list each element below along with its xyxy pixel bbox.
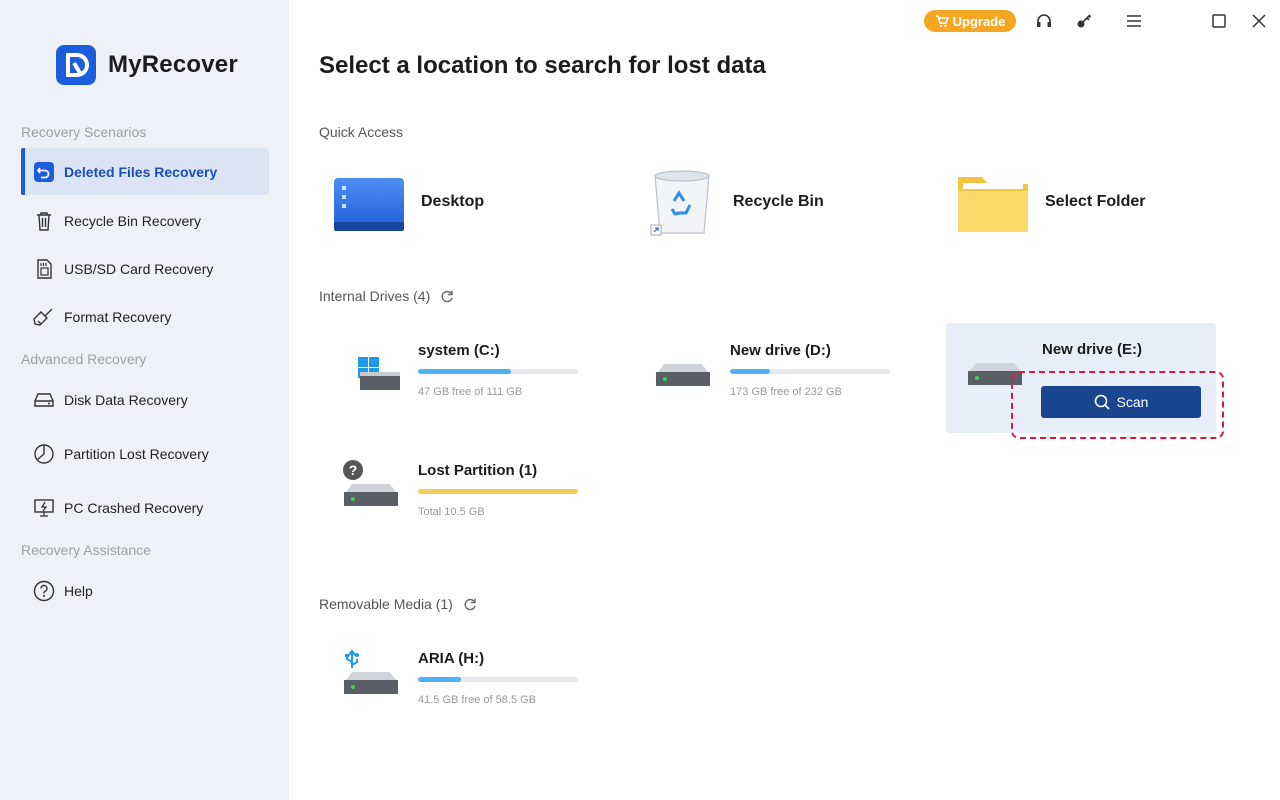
section-advanced-recovery: Advanced Recovery (21, 351, 147, 367)
menu-icon[interactable] (1124, 11, 1144, 31)
lost-partition-drive-icon: ? (343, 460, 398, 506)
windows-system-drive-icon (358, 357, 400, 390)
nav-label: Help (64, 582, 93, 599)
nav-disk-data-recovery[interactable]: Disk Data Recovery (21, 376, 269, 423)
hard-drive-icon (656, 364, 710, 386)
headset-support-icon[interactable] (1034, 11, 1054, 31)
nav-label: Format Recovery (64, 308, 172, 325)
drive-d[interactable]: New drive (D:) 173 GB free of 232 GB (634, 324, 904, 434)
disk-icon (33, 389, 55, 411)
nav-label: Deleted Files Recovery (64, 163, 218, 180)
drive-name: ARIA (H:) (418, 650, 485, 667)
partition-icon (33, 443, 55, 465)
broom-icon (33, 306, 55, 328)
drive-name: Lost Partition (1) (418, 462, 538, 479)
maximize-icon[interactable] (1209, 11, 1229, 31)
nav-label: PC Crashed Recovery (64, 499, 204, 516)
section-recovery-scenarios: Recovery Scenarios (21, 124, 147, 140)
drive-usage-bar (418, 489, 578, 494)
desktop-icon (334, 178, 404, 231)
drive-lost-partition[interactable]: ? Lost Partition (1) Total 10.5 GB (322, 444, 592, 554)
drive-info: 173 GB free of 232 GB (730, 386, 842, 398)
sidebar: MyRecover Recovery Scenarios Deleted Fil… (0, 0, 289, 800)
svg-text:?: ? (349, 462, 358, 478)
refresh-icon[interactable] (463, 597, 477, 611)
trash-icon (33, 210, 55, 232)
drive-name: New drive (D:) (730, 342, 831, 359)
quick-access-label: Recycle Bin (733, 193, 824, 210)
nav-label: Partition Lost Recovery (64, 445, 209, 462)
highlight-box (1011, 371, 1224, 439)
nav-help[interactable]: Help (21, 567, 269, 614)
nav-label: Disk Data Recovery (64, 391, 188, 408)
nav-pc-crashed-recovery[interactable]: PC Crashed Recovery (21, 484, 269, 531)
removable-media-title: Removable Media (1) (319, 596, 477, 612)
quick-access-label: Select Folder (1045, 193, 1146, 210)
cart-icon (935, 15, 949, 28)
undo-file-icon (33, 161, 55, 183)
section-recovery-assistance: Recovery Assistance (21, 542, 151, 558)
nav-usb-sd-card-recovery[interactable]: USB/SD Card Recovery (21, 245, 269, 292)
drive-name: New drive (E:) (1042, 341, 1143, 358)
page-title: Select a location to search for lost dat… (319, 52, 766, 79)
drive-usage-bar (418, 677, 578, 682)
sd-card-icon (33, 258, 55, 280)
drive-info: 47 GB free of 111 GB (418, 386, 523, 398)
usb-drive-icon (344, 649, 398, 694)
drive-info: 41.5 GB free of 58.5 GB (418, 694, 537, 706)
quick-access-select-folder[interactable]: Select Folder (957, 164, 1145, 240)
drive-usage-bar (418, 369, 578, 374)
nav-partition-lost-recovery[interactable]: Partition Lost Recovery (21, 430, 269, 477)
internal-drives-title: Internal Drives (4) (319, 288, 454, 304)
monitor-icon (33, 497, 55, 519)
key-license-icon[interactable] (1074, 11, 1094, 31)
drive-h[interactable]: ARIA (H:) 41.5 GB free of 58.5 GB (322, 632, 592, 742)
drive-usage-bar (730, 369, 890, 374)
quick-access-recycle-bin[interactable]: Recycle Bin (650, 164, 824, 240)
upgrade-label: Upgrade (952, 13, 1006, 29)
upgrade-button[interactable]: Upgrade (924, 10, 1016, 32)
drive-info: Total 10.5 GB (418, 506, 485, 518)
quick-access-label: Desktop (421, 193, 485, 210)
nav-label: USB/SD Card Recovery (64, 260, 214, 277)
nav-format-recovery[interactable]: Format Recovery (21, 293, 269, 340)
drive-name: system (C:) (418, 342, 500, 359)
nav-deleted-files-recovery[interactable]: Deleted Files Recovery (21, 148, 269, 195)
refresh-icon[interactable] (440, 289, 454, 303)
folder-icon (958, 177, 1028, 232)
myrecover-logo-icon (56, 45, 96, 85)
app-name: MyRecover (108, 51, 238, 78)
recycle-bin-icon (650, 170, 710, 236)
help-icon (33, 580, 55, 602)
close-icon[interactable] (1249, 11, 1269, 31)
nav-recycle-bin-recovery[interactable]: Recycle Bin Recovery (21, 197, 269, 244)
drive-c[interactable]: system (C:) 47 GB free of 111 GB (322, 324, 592, 434)
quick-access-title: Quick Access (319, 124, 404, 140)
quick-access-desktop[interactable]: Desktop (333, 164, 484, 240)
nav-label: Recycle Bin Recovery (64, 212, 201, 229)
app-logo: MyRecover (56, 45, 238, 85)
